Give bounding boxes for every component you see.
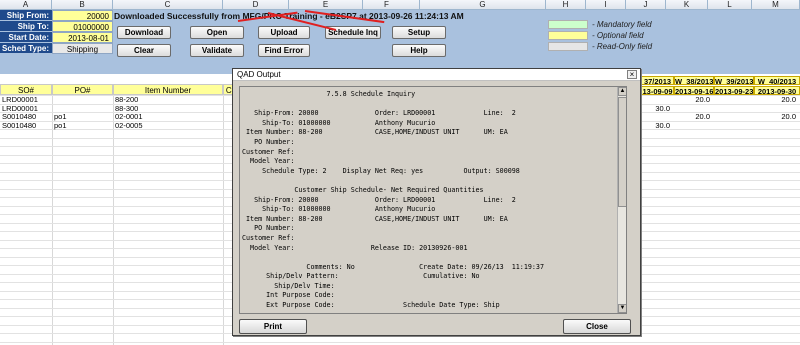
column-header-h[interactable]: H [546, 0, 586, 10]
scroll-up-icon[interactable]: ▲ [618, 87, 626, 96]
column-header-c[interactable]: C [113, 0, 223, 10]
week-quantity-cell[interactable]: 20.0 [746, 96, 796, 104]
find-error-button[interactable]: Find Error [258, 44, 310, 57]
legend-text: - Optional field [592, 31, 644, 40]
field-value-input[interactable]: Shipping [52, 43, 113, 54]
week-date[interactable]: 2013-09-16 [674, 86, 714, 95]
week-quantity-cell[interactable]: 20.0 [660, 113, 710, 121]
field-label: Sched Type: [0, 43, 52, 54]
column-header-k[interactable]: K [666, 0, 708, 10]
grid-header[interactable]: SO# [0, 84, 52, 95]
legend-text: - Read-Only field [592, 42, 653, 51]
setup-button[interactable]: Setup [392, 26, 446, 39]
field-value-input[interactable]: 2013-08-01 [52, 32, 113, 43]
field-label: Ship From: [0, 10, 52, 21]
column-header-i[interactable]: I [586, 0, 626, 10]
column-header-e[interactable]: E [289, 0, 363, 10]
grid-header[interactable]: PO# [52, 84, 113, 95]
field-value-input[interactable]: 01000000 [52, 21, 113, 32]
legend-swatch [548, 31, 588, 40]
column-header-a[interactable]: A [0, 0, 52, 10]
column-header-f[interactable]: F [354, 0, 420, 10]
download-button[interactable]: Download [117, 26, 171, 39]
open-button[interactable]: Open [190, 26, 244, 39]
week-date[interactable]: 2013-09-30 [754, 86, 800, 95]
week-date[interactable]: 2013-09-23 [714, 86, 754, 95]
dialog-titlebar[interactable]: QAD Output × [233, 69, 640, 81]
dialog-title: QAD Output [237, 70, 281, 79]
close-icon[interactable]: × [627, 70, 637, 79]
table-cell[interactable]: 02-0005 [115, 121, 143, 130]
week-quantity-cell[interactable]: 20.0 [746, 113, 796, 121]
column-header-d[interactable]: D [223, 0, 289, 10]
table-cell[interactable]: 88-200 [115, 96, 138, 104]
close-button[interactable]: Close [563, 319, 631, 334]
column-header-row: ABCDEFGHIJKLM [0, 0, 800, 10]
help-button[interactable]: Help [392, 44, 446, 57]
column-header-m[interactable]: M [752, 0, 800, 10]
week-header[interactable]: 37/2013 [641, 76, 674, 85]
week-date[interactable]: 13-09-09 [641, 86, 674, 95]
legend-text: - Mandatory field [592, 20, 652, 29]
legend-swatch [548, 42, 588, 51]
table-cell[interactable]: S0010480 [2, 113, 36, 121]
table-cell[interactable]: S0010480 [2, 121, 36, 130]
week-header[interactable]: W_38/2013 [674, 76, 714, 85]
week-quantity-cell[interactable]: 20.0 [660, 96, 710, 104]
field-value-input[interactable]: 20000 [52, 10, 113, 21]
dialog-output-area[interactable]: 7.5.8 Schedule Inquiry Ship-From: 20000 … [239, 86, 627, 314]
column-header-b[interactable]: B [52, 0, 113, 10]
table-cell[interactable]: 02-0001 [115, 113, 143, 121]
week-header[interactable]: W_40/2013 [754, 76, 800, 85]
column-header-l[interactable]: L [708, 0, 752, 10]
output-text: 7.5.8 Schedule Inquiry Ship-From: 20000 … [242, 90, 544, 310]
week-header[interactable]: W_39/2013 [714, 76, 754, 85]
column-header-j[interactable]: J [626, 0, 666, 10]
clear-button[interactable]: Clear [117, 44, 171, 57]
grid-line [0, 341, 800, 343]
table-cell[interactable]: LRD00001 [2, 96, 38, 104]
scroll-down-icon[interactable]: ▼ [618, 304, 626, 313]
print-button[interactable]: Print [239, 319, 307, 334]
column-header-g[interactable]: G [420, 0, 546, 10]
vertical-scrollbar[interactable]: ▲ ▼ [617, 87, 626, 313]
legend-swatch [548, 20, 588, 29]
field-label: Start Date: [0, 32, 52, 43]
scroll-thumb[interactable] [618, 97, 626, 207]
grid-header[interactable]: Item Number [113, 84, 223, 95]
table-cell[interactable]: po1 [54, 121, 67, 130]
validate-button[interactable]: Validate [190, 44, 244, 57]
qad-output-dialog: QAD Output × 7.5.8 Schedule Inquiry Ship… [232, 68, 641, 336]
table-cell[interactable]: po1 [54, 113, 67, 121]
upload-button[interactable]: Upload [258, 26, 310, 39]
field-label: Ship To: [0, 21, 52, 32]
